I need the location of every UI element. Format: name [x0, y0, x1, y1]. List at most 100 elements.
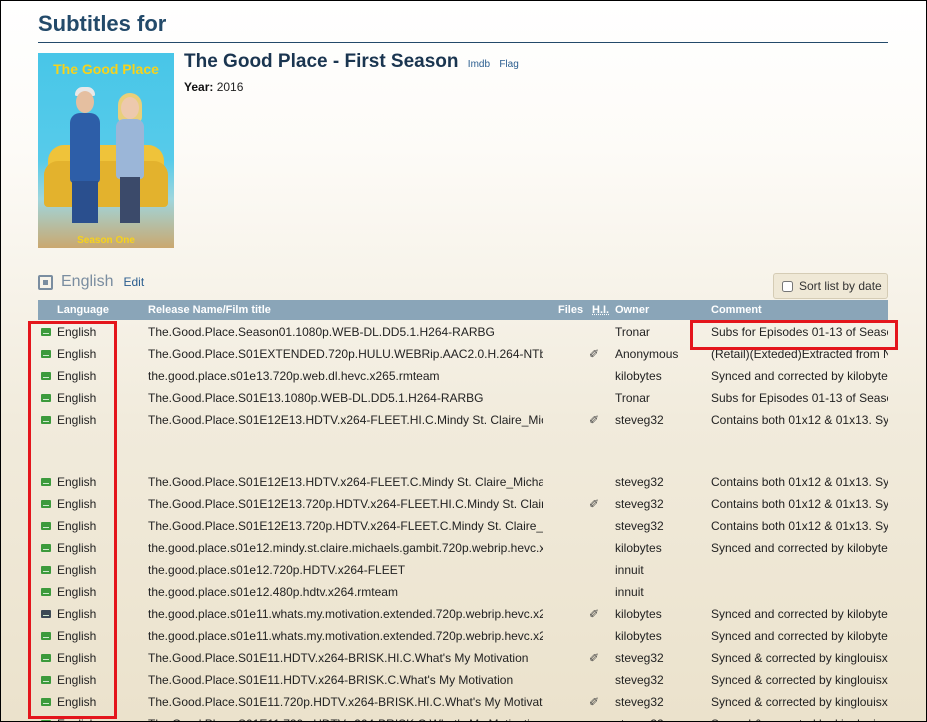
row-owner-link[interactable]: steveg32	[615, 651, 705, 665]
poster-figure-man-head	[76, 91, 94, 113]
edit-language-link[interactable]: Edit	[123, 275, 144, 289]
row-comment: Synced & corrected by kinglouisxx	[711, 651, 888, 665]
row-comment: Synced & corrected by kinglouisxx	[711, 717, 888, 721]
sort-by-date-toggle[interactable]: Sort list by date	[773, 273, 888, 299]
table-row[interactable]: English The.Good.Place.S01E11.HDTV.x264-B…	[38, 647, 888, 669]
row-owner-link[interactable]: kilobytes	[615, 607, 705, 621]
flag-link[interactable]: Flag	[499, 59, 518, 70]
table-row[interactable]: English the.good.place.s01e12.mindy.st.cl…	[38, 537, 888, 559]
row-release-link[interactable]: the.good.place.s01e11.whats.my.motivatio…	[148, 629, 543, 643]
row-comment: Synced and corrected by kilobytes	[711, 541, 888, 555]
table-row[interactable]: English The.Good.Place.S01E13.1080p.WEB-D…	[38, 387, 888, 409]
row-comment: Contains both 01x12 & 01x13. Syn	[711, 497, 888, 511]
page-title: Subtitles for	[38, 11, 167, 36]
column-files[interactable]: Files	[558, 304, 583, 316]
row-comment: Subs for Episodes 01-13 of Season	[711, 391, 888, 405]
poster-figure-woman-legs	[120, 177, 140, 223]
title-divider	[38, 42, 888, 43]
row-owner-link[interactable]: kilobytes	[615, 541, 705, 555]
poster-sofa	[44, 161, 168, 207]
table-header: Language Release Name/Film title Files H…	[38, 300, 888, 320]
language-section-name: English	[61, 273, 114, 290]
row-release-link[interactable]: the.good.place.s01e12.480p.hdtv.x264.rmt…	[148, 585, 543, 599]
table-row[interactable]: English the.good.place.s01e11.whats.my.mo…	[38, 603, 888, 625]
sort-by-date-checkbox[interactable]	[782, 280, 793, 292]
column-language[interactable]: Language	[57, 304, 109, 316]
table-row[interactable]: EnglishThe.Good.Place.S01E11.720p.HDTV.x…	[38, 713, 888, 721]
row-owner-link[interactable]: steveg32	[615, 413, 705, 427]
poster-figure-man	[70, 113, 100, 183]
row-owner-link[interactable]: steveg32	[615, 519, 705, 533]
poster-title: The Good Place	[53, 61, 159, 77]
row-release-link[interactable]: The.Good.Place.S01E12E13.HDTV.x264-FLEET…	[148, 413, 543, 427]
row-release-link[interactable]: The.Good.Place.S01EXTENDED.720p.HULU.WEB…	[148, 347, 543, 361]
table-row[interactable]: English The.Good.Place.S01E11.HDTV.x264-B…	[38, 669, 888, 691]
row-comment: Contains both 01x12 & 01x13. Syn	[711, 413, 888, 427]
collapse-icon[interactable]	[38, 274, 53, 290]
show-title: The Good Place - First Season Imdb Flag	[184, 51, 519, 73]
hearing-impaired-icon: ✐	[589, 695, 600, 709]
row-release-link[interactable]: The.Good.Place.S01E12E13.HDTV.x264-FLEET…	[148, 475, 543, 489]
highlight-comment-cell	[690, 320, 898, 350]
row-release-link[interactable]: The.Good.Place.S01E11.720p.HDTV.x264-BRI…	[148, 695, 543, 709]
row-release-link[interactable]: The.Good.Place.S01E11.HDTV.x264-BRISK.HI…	[148, 651, 543, 665]
row-owner-link[interactable]: steveg32	[615, 695, 705, 709]
hearing-impaired-icon: ✐	[589, 497, 600, 511]
highlight-language-column	[28, 321, 117, 719]
sort-by-date-label: Sort list by date	[799, 279, 882, 293]
table-row[interactable]: English the.good.place.s01e13.720p.web.dl…	[38, 365, 888, 387]
row-owner-link[interactable]: steveg32	[615, 717, 705, 721]
language-section-header: English Edit	[38, 273, 144, 291]
show-poster[interactable]: The Good Place Season One	[38, 53, 174, 248]
column-release[interactable]: Release Name/Film title	[148, 304, 271, 316]
year-value: 2016	[216, 80, 244, 94]
poster-subtitle: Season One	[77, 235, 135, 246]
table-row[interactable]: English The.Good.Place.S01E12E13.720p.HDT…	[38, 493, 888, 515]
table-row[interactable]: English the.good.place.s01e11.whats.my.mo…	[38, 625, 888, 647]
table-row[interactable]: English The.Good.Place.S01E12E13.HDTV.x26…	[38, 409, 888, 431]
hearing-impaired-icon: ✐	[589, 607, 600, 621]
row-owner-link[interactable]: innuit	[615, 563, 705, 577]
table-row[interactable]: English the.good.place.s01e12.480p.hdtv.x…	[38, 581, 888, 603]
row-release-link[interactable]: The.Good.Place.S01E12E13.720p.HDTV.x264-…	[148, 497, 543, 511]
year-label: Year:	[184, 80, 214, 94]
row-owner-link[interactable]: kilobytes	[615, 629, 705, 643]
row-comment: Synced & corrected by kinglouisxx	[711, 695, 888, 709]
hearing-impaired-icon: ✐	[589, 413, 600, 427]
row-release-link[interactable]: The.Good.Place.S01E12E13.720p.HDTV.x264-…	[148, 519, 543, 533]
row-release-link[interactable]: the.good.place.s01e12.720p.HDTV.x264-FLE…	[148, 563, 543, 577]
year-info: Year: 2016	[184, 80, 243, 94]
row-owner-link[interactable]: steveg32	[615, 497, 705, 511]
row-comment: Synced and corrected by kilobytes	[711, 369, 888, 383]
table-row[interactable]: English The.Good.Place.S01E12E13.720p.HDT…	[38, 515, 888, 537]
row-release-link[interactable]: the.good.place.s01e12.mindy.st.claire.mi…	[148, 541, 543, 555]
page-frame: Subtitles for The Good Place Season One …	[0, 0, 927, 722]
table-row[interactable]: English the.good.place.s01e12.720p.HDTV.x…	[38, 559, 888, 581]
row-owner-link[interactable]: steveg32	[615, 475, 705, 489]
row-release-link[interactable]: The.Good.Place.S01E11.HDTV.x264-BRISK.C.…	[148, 673, 543, 687]
column-owner[interactable]: Owner	[615, 304, 649, 316]
poster-figure-woman	[116, 119, 144, 179]
hearing-impaired-icon: ✐	[589, 347, 600, 361]
row-comment: Synced and corrected by kilobytes	[711, 629, 888, 643]
row-comment: Contains both 01x12 & 01x13. Syn	[711, 519, 888, 533]
row-owner-link[interactable]: Tronar	[615, 391, 705, 405]
poster-figure-woman-head	[121, 97, 139, 119]
hearing-impaired-icon: ✐	[589, 651, 600, 665]
imdb-link[interactable]: Imdb	[468, 59, 490, 70]
table-row[interactable]: EnglishThe.Good.Place.S01E11.720p.HDTV.x…	[38, 691, 888, 713]
row-release-link[interactable]: The.Good.Place.S01E13.1080p.WEB-DL.DD5.1…	[148, 391, 543, 405]
row-owner-link[interactable]: innuit	[615, 585, 705, 599]
row-release-link[interactable]: the.good.place.s01e11.whats.my.motivatio…	[148, 607, 543, 621]
row-release-link[interactable]: The.Good.Place.Season01.1080p.WEB-DL.DD5…	[148, 325, 543, 339]
row-owner-link[interactable]: kilobytes	[615, 369, 705, 383]
row-release-link[interactable]: the.good.place.s01e13.720p.web.dl.hevc.x…	[148, 369, 543, 383]
table-row[interactable]: English The.Good.Place.S01E12E13.HDTV.x26…	[38, 471, 888, 493]
row-comment: Synced & corrected by kinglouisxx	[711, 673, 888, 687]
show-title-text: The Good Place - First Season	[184, 51, 459, 72]
row-release-link[interactable]: The.Good.Place.S01E11.720p.HDTV.x264-BRI…	[148, 717, 543, 721]
row-comment: Synced and corrected by kilobytes	[711, 607, 888, 621]
column-hi[interactable]: H.I.	[592, 304, 609, 316]
row-owner-link[interactable]: steveg32	[615, 673, 705, 687]
column-comment[interactable]: Comment	[711, 304, 762, 316]
